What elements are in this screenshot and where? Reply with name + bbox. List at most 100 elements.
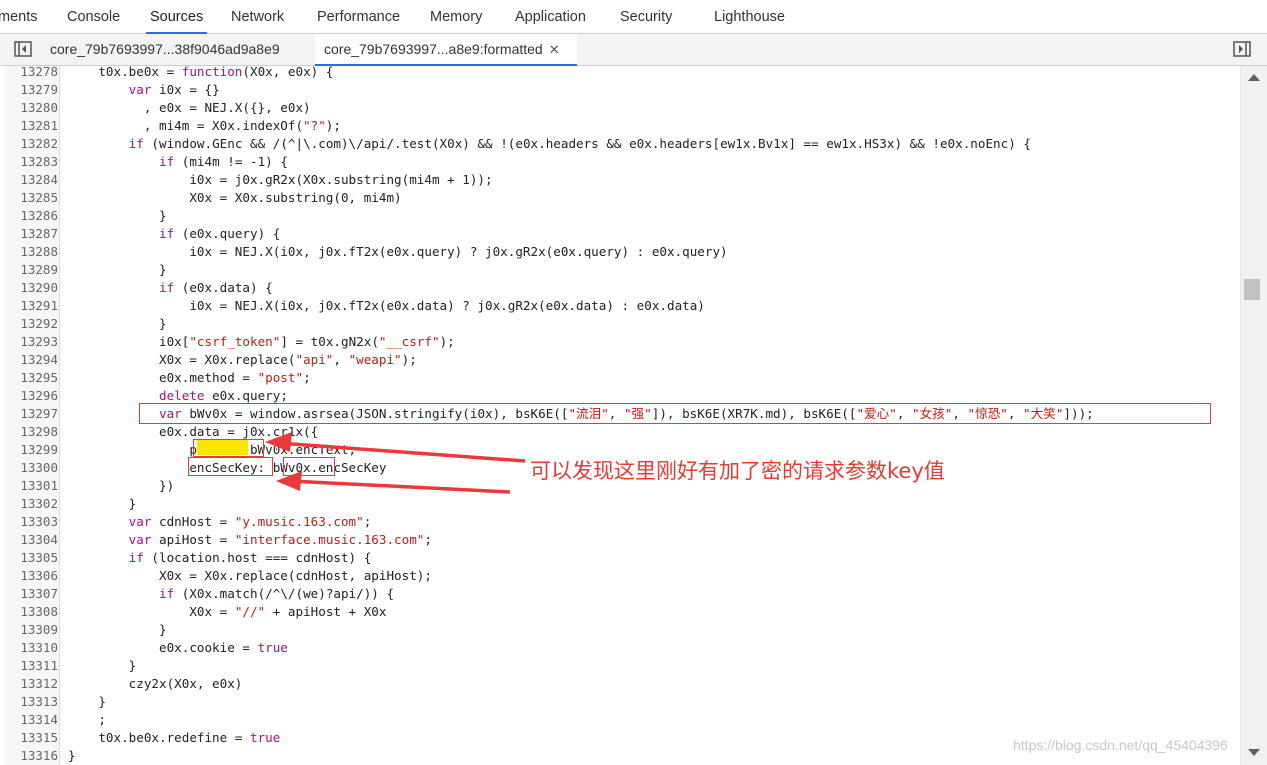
line-number[interactable]: 13304 (0, 531, 58, 549)
tab-performance[interactable]: Performance (317, 0, 400, 34)
close-icon[interactable]: ✕ (549, 42, 560, 57)
line-number[interactable]: 13283 (0, 153, 58, 171)
line-number[interactable]: 13302 (0, 495, 58, 513)
line-number[interactable]: 13312 (0, 675, 58, 693)
code-line: e0x.method = "post"; (68, 370, 311, 385)
line-number[interactable]: 13288 (0, 243, 58, 261)
code-line: if (location.host === cdnHost) { (128, 550, 372, 565)
code-line: ; (68, 712, 106, 727)
code-line: X0x = X0x.replace(cdnHost, apiHost); (68, 568, 432, 583)
tab-console[interactable]: Console (67, 0, 120, 34)
scroll-up-icon[interactable] (1248, 74, 1260, 81)
bwv0x-box (283, 457, 335, 476)
line-number[interactable]: 13294 (0, 351, 58, 369)
bwv0x-line-box (139, 403, 1211, 424)
line-number[interactable]: 13295 (0, 369, 58, 387)
line-number[interactable]: 13311 (0, 657, 58, 675)
params-box (193, 439, 264, 457)
line-number[interactable]: 13315 (0, 729, 58, 747)
scroll-down-icon[interactable] (1248, 749, 1260, 756)
line-number[interactable]: 13299 (0, 441, 58, 459)
code-line: } (68, 694, 106, 709)
line-number[interactable]: 13301 (0, 477, 58, 495)
line-number[interactable]: 13316 (0, 747, 58, 765)
file-tab-bar: core_79b7693997...38f9046ad9a8e9 core_79… (0, 34, 1267, 66)
code-line: czy2x(X0x, e0x) (68, 676, 243, 691)
line-number[interactable]: 13308 (0, 603, 58, 621)
tab-lighthouse[interactable]: Lighthouse (714, 0, 785, 34)
code-line: t0x.be0x = function(X0x, e0x) { (68, 66, 334, 79)
file-tab-formatted[interactable]: core_79b7693997...a8e9:formatted ✕ (315, 34, 577, 66)
tab-sources[interactable]: Sources (145, 0, 208, 34)
tab-security[interactable]: Security (620, 0, 672, 34)
line-number[interactable]: 13289 (0, 261, 58, 279)
devtools-tab-bar: ments Console Sources Network Performanc… (0, 0, 1267, 34)
file-tab-label: core_79b7693997...a8e9:formatted (324, 41, 543, 57)
line-number[interactable]: 13293 (0, 333, 58, 351)
vertical-scrollbar[interactable] (1240, 66, 1267, 765)
code-line: X0x = X0x.substring(0, mi4m) (68, 190, 402, 205)
left-edge (0, 66, 4, 765)
scrollbar-thumb[interactable] (1244, 279, 1260, 300)
code-line: } (68, 658, 137, 673)
file-tab-label: core_79b7693997...38f9046ad9a8e9 (50, 41, 280, 57)
line-number[interactable]: 13300 (0, 459, 58, 477)
line-number[interactable]: 13290 (0, 279, 58, 297)
code-line: X0x = "//" + apiHost + X0x (68, 604, 387, 619)
code-line: , e0x = NEJ.X({}, e0x) (68, 100, 311, 115)
code-line: if (X0x.match(/^\/(we)?api/)) { (159, 586, 395, 601)
code-line: var i0x = {} (128, 82, 220, 97)
encseckey-box (188, 457, 273, 476)
line-number[interactable]: 13314 (0, 711, 58, 729)
code-line: } (68, 262, 167, 277)
line-number[interactable]: 13284 (0, 171, 58, 189)
code-line: if (e0x.data) { (159, 280, 273, 295)
code-line: if (e0x.query) { (159, 226, 281, 241)
line-number[interactable]: 13279 (0, 81, 58, 99)
code-line: if (mi4m != -1) { (159, 154, 288, 169)
line-number[interactable]: 13287 (0, 225, 58, 243)
code-line: }) (68, 478, 175, 493)
line-number[interactable]: 13278 (0, 66, 58, 81)
code-line: i0x = j0x.gR2x(X0x.substring(mi4m + 1)); (68, 172, 493, 187)
file-tab-original[interactable]: core_79b7693997...38f9046ad9a8e9 (42, 34, 288, 65)
tab-application[interactable]: Application (515, 0, 586, 34)
code-line: var apiHost = "interface.music.163.com"; (128, 532, 432, 547)
code-line: if (window.GEnc && /(^|\.com)\/api/.test… (128, 136, 1031, 151)
line-number[interactable]: 13280 (0, 99, 58, 117)
line-number[interactable]: 13303 (0, 513, 58, 531)
line-number[interactable]: 13305 (0, 549, 58, 567)
line-number[interactable]: 13291 (0, 297, 58, 315)
line-number[interactable]: 13313 (0, 693, 58, 711)
line-number[interactable]: 13282 (0, 135, 58, 153)
toggle-navigator-icon[interactable] (14, 41, 32, 57)
code-line: } (68, 316, 167, 331)
code-line: } (68, 208, 167, 223)
watermark: https://blog.csdn.net/qq_45404396 (1013, 737, 1228, 753)
code-line: var cdnHost = "y.music.163.com"; (128, 514, 372, 529)
code-line: } (68, 622, 167, 637)
code-line: e0x.cookie = true (68, 640, 288, 655)
code-line: } (68, 496, 137, 511)
tab-elements[interactable]: ments (0, 0, 38, 34)
line-number[interactable]: 13286 (0, 207, 58, 225)
tab-memory[interactable]: Memory (430, 0, 482, 34)
code-line: } (68, 748, 76, 763)
line-number[interactable]: 13297 (0, 405, 58, 423)
line-number[interactable]: 13309 (0, 621, 58, 639)
line-number[interactable]: 13285 (0, 189, 58, 207)
code-line: i0x = NEJ.X(i0x, j0x.fT2x(e0x.query) ? j… (68, 244, 728, 259)
line-number[interactable]: 13281 (0, 117, 58, 135)
code-line: , mi4m = X0x.indexOf("?"); (68, 118, 341, 133)
code-line: t0x.be0x.redefine = true (68, 730, 281, 745)
code-line: i0x["csrf_token"] = t0x.gN2x("__csrf"); (68, 334, 455, 349)
line-number[interactable]: 13310 (0, 639, 58, 657)
tab-network[interactable]: Network (231, 0, 284, 34)
line-number[interactable]: 13306 (0, 567, 58, 585)
line-number[interactable]: 13296 (0, 387, 58, 405)
line-number[interactable]: 13292 (0, 315, 58, 333)
annotation-text: 可以发现这里刚好有加了密的请求参数key值 (530, 459, 945, 483)
toggle-debugger-icon[interactable] (1233, 41, 1251, 57)
line-number[interactable]: 13298 (0, 423, 58, 441)
line-number[interactable]: 13307 (0, 585, 58, 603)
